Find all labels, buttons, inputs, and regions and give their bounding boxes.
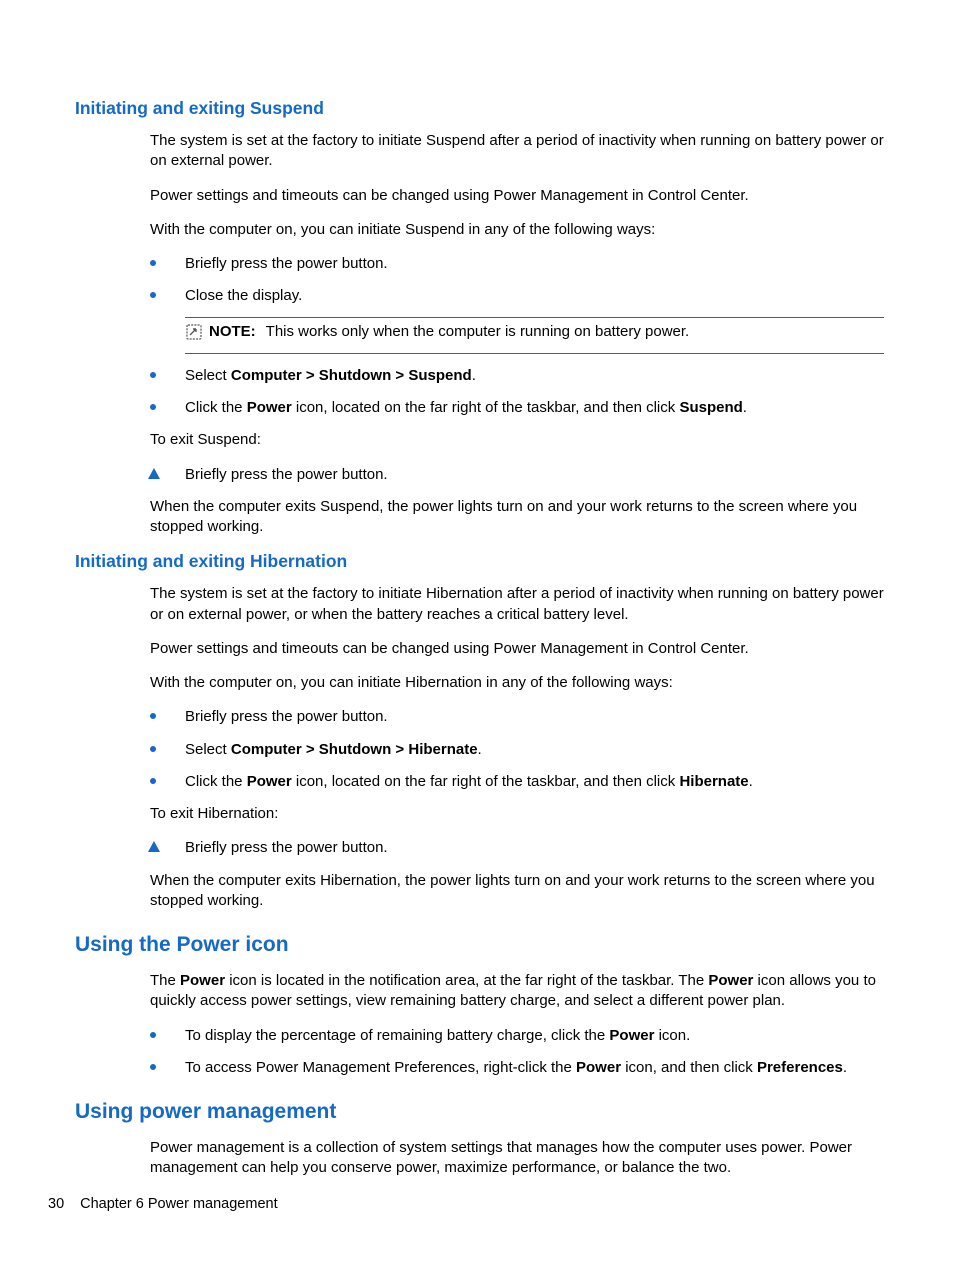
section-body: Power management is a collection of syst… — [150, 1138, 884, 1179]
paragraph: Power settings and timeouts can be chang… — [150, 186, 884, 206]
paragraph: With the computer on, you can initiate S… — [150, 220, 884, 240]
triangle-icon — [148, 841, 160, 852]
list-item: Briefly press the power button. — [150, 254, 884, 274]
list-item: Select Computer > Shutdown > Suspend. — [150, 366, 884, 386]
step-text: Briefly press the power button. — [185, 839, 388, 856]
bullet-list: Briefly press the power button. Select C… — [150, 707, 884, 792]
step-item: Briefly press the power button. — [150, 465, 884, 485]
section-body: The system is set at the factory to init… — [150, 584, 884, 911]
section-body: The Power icon is located in the notific… — [150, 971, 884, 1078]
text: Select — [185, 367, 231, 384]
bold-text: Hibernate — [679, 773, 748, 790]
list-item: Briefly press the power button. — [150, 707, 884, 727]
page-content: Initiating and exiting Suspend The syste… — [75, 98, 884, 1179]
note-content: NOTE: This works only when the computer i… — [209, 322, 689, 342]
step-list: Briefly press the power button. — [150, 465, 884, 485]
paragraph: Power management is a collection of syst… — [150, 1138, 884, 1179]
list-item: Close the display. NOTE: This works only … — [150, 286, 884, 354]
text: icon, and then click — [621, 1059, 757, 1076]
triangle-icon — [148, 468, 160, 479]
section-body: The system is set at the factory to init… — [150, 131, 884, 537]
list-item: To access Power Management Preferences, … — [150, 1058, 884, 1078]
text: icon, located on the far right of the ta… — [292, 399, 680, 416]
list-text: Close the display. — [185, 287, 302, 304]
text: Click the — [185, 773, 247, 790]
text: Click the — [185, 399, 247, 416]
step-list: Briefly press the power button. — [150, 838, 884, 858]
step-item: Briefly press the power button. — [150, 838, 884, 858]
text: . — [743, 399, 747, 416]
bold-text: Preferences — [757, 1059, 843, 1076]
heading-hibernation: Initiating and exiting Hibernation — [75, 551, 884, 572]
bold-text: Suspend — [679, 399, 742, 416]
list-item: Select Computer > Shutdown > Hibernate. — [150, 740, 884, 760]
paragraph: With the computer on, you can initiate H… — [150, 673, 884, 693]
text: icon is located in the notification area… — [225, 972, 708, 989]
paragraph: To exit Suspend: — [150, 430, 884, 450]
text: The — [150, 972, 180, 989]
paragraph: When the computer exits Suspend, the pow… — [150, 497, 884, 538]
bold-text: Power — [708, 972, 753, 989]
text: To display the percentage of remaining b… — [185, 1027, 609, 1044]
paragraph: The system is set at the factory to init… — [150, 584, 884, 625]
bold-text: Power — [247, 399, 292, 416]
note-label: NOTE: — [209, 323, 256, 340]
text: . — [749, 773, 753, 790]
paragraph: When the computer exits Hibernation, the… — [150, 871, 884, 912]
bold-text: Computer > Shutdown > Hibernate — [231, 741, 478, 758]
note-box: NOTE: This works only when the computer i… — [185, 317, 884, 354]
chapter-label: Chapter 6 Power management — [80, 1196, 277, 1212]
bold-text: Power — [247, 773, 292, 790]
heading-suspend: Initiating and exiting Suspend — [75, 98, 884, 119]
text: icon, located on the far right of the ta… — [292, 773, 680, 790]
step-text: Briefly press the power button. — [185, 466, 388, 483]
bold-text: Computer > Shutdown > Suspend — [231, 367, 472, 384]
list-item: To display the percentage of remaining b… — [150, 1026, 884, 1046]
paragraph: The system is set at the factory to init… — [150, 131, 884, 172]
page-footer: 30 Chapter 6 Power management — [48, 1196, 278, 1212]
text: Select — [185, 741, 231, 758]
bold-text: Power — [180, 972, 225, 989]
note-icon — [185, 323, 203, 347]
text: . — [843, 1059, 847, 1076]
text: To access Power Management Preferences, … — [185, 1059, 576, 1076]
bullet-list: Briefly press the power button. Close th… — [150, 254, 884, 418]
note-text: This works only when the computer is run… — [266, 323, 690, 340]
text: . — [472, 367, 476, 384]
paragraph: To exit Hibernation: — [150, 804, 884, 824]
bold-text: Power — [576, 1059, 621, 1076]
paragraph: Power settings and timeouts can be chang… — [150, 639, 884, 659]
paragraph: The Power icon is located in the notific… — [150, 971, 884, 1012]
heading-power-management: Using power management — [75, 1100, 884, 1124]
bullet-list: To display the percentage of remaining b… — [150, 1026, 884, 1079]
page-number: 30 — [48, 1196, 64, 1212]
document-page: Initiating and exiting Suspend The syste… — [0, 0, 954, 1270]
bold-text: Power — [609, 1027, 654, 1044]
heading-power-icon: Using the Power icon — [75, 933, 884, 957]
text: . — [478, 741, 482, 758]
text: icon. — [654, 1027, 690, 1044]
list-item: Click the Power icon, located on the far… — [150, 772, 884, 792]
list-item: Click the Power icon, located on the far… — [150, 398, 884, 418]
